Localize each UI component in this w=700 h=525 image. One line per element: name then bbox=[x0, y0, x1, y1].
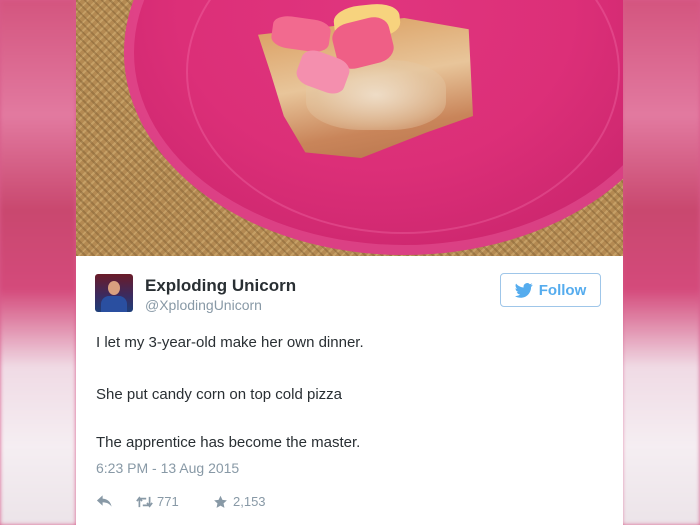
retweet-icon bbox=[136, 495, 153, 508]
background-blur-left bbox=[0, 0, 76, 525]
twitter-bird-icon bbox=[514, 282, 533, 298]
reply-icon bbox=[96, 495, 112, 507]
display-name[interactable]: Exploding Unicorn bbox=[145, 276, 296, 296]
tweet-text-line: I let my 3-year-old make her own dinner. bbox=[96, 334, 364, 351]
follow-label: Follow bbox=[538, 281, 587, 299]
tweet-text-line: She put candy corn on top cold pizza bbox=[96, 386, 342, 403]
retweet-button[interactable]: 771 bbox=[136, 494, 179, 509]
background-blur-right bbox=[622, 0, 700, 525]
tweet-photo bbox=[76, 0, 623, 256]
retweet-count: 771 bbox=[157, 494, 179, 509]
star-icon bbox=[214, 495, 227, 508]
favorite-count: 2,153 bbox=[233, 494, 266, 509]
tweet-text-line: The apprentice has become the master. bbox=[96, 434, 361, 451]
reply-button[interactable] bbox=[96, 494, 113, 508]
avatar[interactable] bbox=[95, 274, 133, 312]
follow-button[interactable]: Follow bbox=[500, 273, 601, 307]
favorite-button[interactable]: 2,153 bbox=[212, 494, 266, 509]
tweet-timestamp[interactable]: 6:23 PM - 13 Aug 2015 bbox=[96, 460, 239, 476]
user-handle[interactable]: @XplodingUnicorn bbox=[145, 297, 262, 313]
tweet-card: Exploding Unicorn @XplodingUnicorn Follo… bbox=[76, 256, 623, 525]
